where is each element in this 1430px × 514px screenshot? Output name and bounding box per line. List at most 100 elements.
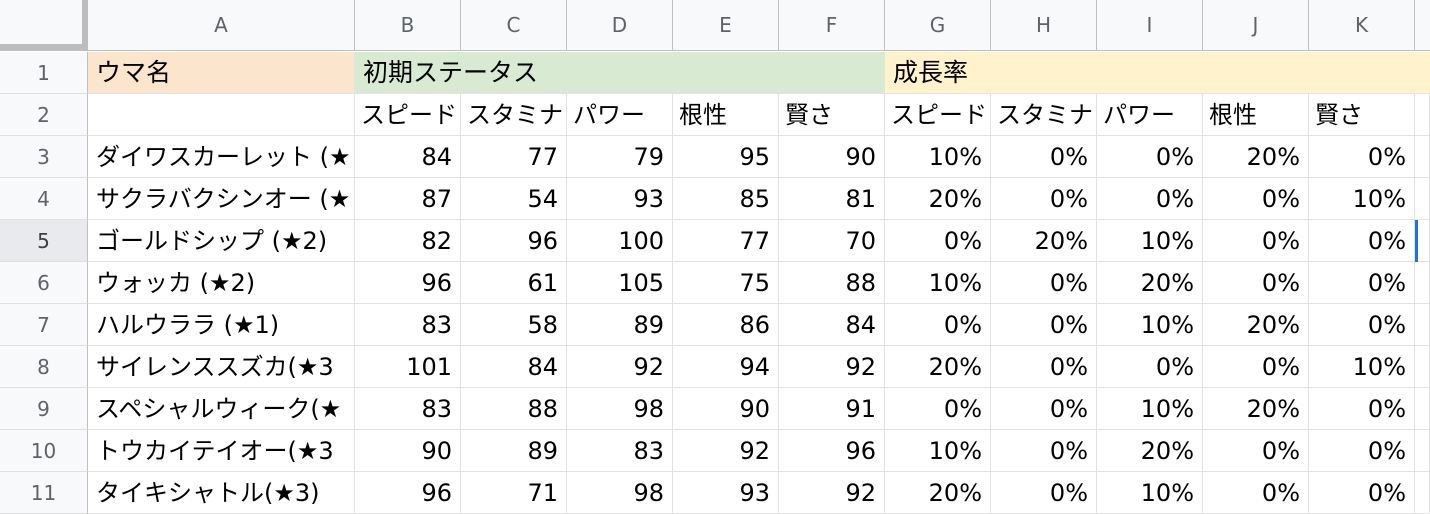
uma-name-cell[interactable]: トウカイテイオー(★3 (88, 430, 355, 472)
uma-name-cell[interactable]: ハルウララ (★1) (88, 304, 355, 346)
column-header-d[interactable]: D (567, 0, 673, 50)
row-header-8[interactable]: 8 (0, 346, 88, 388)
data-cell[interactable]: 71 (461, 472, 567, 514)
data-cell[interactable]: 81 (779, 178, 885, 220)
uma-name-cell[interactable]: タイキシャトル(★3) (88, 472, 355, 514)
row-header-3[interactable]: 3 (0, 136, 88, 178)
subheader-cell-h[interactable]: スタミナ (991, 94, 1097, 136)
select-all-corner[interactable] (0, 0, 88, 50)
data-cell[interactable]: 0% (991, 430, 1097, 472)
row-header-4[interactable]: 4 (0, 178, 88, 220)
data-cell[interactable]: 0% (991, 262, 1097, 304)
data-cell[interactable]: 0% (991, 472, 1097, 514)
data-cell[interactable]: 77 (673, 220, 779, 262)
data-cell[interactable]: 20% (1203, 388, 1309, 430)
subheader-cell-k[interactable]: 賢さ (1309, 94, 1415, 136)
data-cell[interactable]: 92 (567, 346, 673, 388)
column-header-j[interactable]: J (1203, 0, 1309, 50)
data-cell[interactable]: 10% (885, 430, 991, 472)
data-cell[interactable]: 87 (355, 178, 461, 220)
data-cell[interactable]: 95 (673, 136, 779, 178)
data-cell[interactable]: 85 (673, 178, 779, 220)
data-cell[interactable]: 98 (567, 388, 673, 430)
data-cell[interactable]: 0% (991, 136, 1097, 178)
data-cell[interactable]: 0% (885, 304, 991, 346)
data-cell[interactable]: 0% (1309, 220, 1415, 262)
data-cell[interactable]: 0% (1203, 430, 1309, 472)
data-cell[interactable]: 0% (1203, 262, 1309, 304)
data-cell[interactable]: 20% (1203, 304, 1309, 346)
data-cell[interactable]: 93 (567, 178, 673, 220)
row-header-9[interactable]: 9 (0, 388, 88, 430)
data-cell[interactable]: 93 (673, 472, 779, 514)
data-cell[interactable]: 94 (673, 346, 779, 388)
data-cell[interactable]: 96 (779, 430, 885, 472)
data-cell[interactable]: 0% (991, 346, 1097, 388)
subheader-cell-g[interactable]: スピード (885, 94, 991, 136)
data-cell[interactable]: 75 (673, 262, 779, 304)
data-cell[interactable]: 88 (779, 262, 885, 304)
data-cell[interactable]: 61 (461, 262, 567, 304)
data-cell[interactable]: 0% (1203, 220, 1309, 262)
data-cell[interactable]: 92 (673, 430, 779, 472)
data-cell[interactable]: 10% (1097, 388, 1203, 430)
data-cell[interactable]: 0% (1203, 178, 1309, 220)
row-header-10[interactable]: 10 (0, 430, 88, 472)
data-cell[interactable]: 96 (355, 472, 461, 514)
data-cell[interactable]: 0% (1203, 472, 1309, 514)
data-cell[interactable]: 92 (779, 472, 885, 514)
uma-name-cell[interactable]: ダイワスカーレット (★ (88, 136, 355, 178)
data-cell[interactable]: 88 (461, 388, 567, 430)
data-cell[interactable]: 20% (1097, 262, 1203, 304)
data-cell[interactable]: 0% (1097, 136, 1203, 178)
data-cell[interactable]: 20% (885, 472, 991, 514)
data-cell[interactable]: 10% (1097, 472, 1203, 514)
data-cell[interactable]: 0% (1309, 262, 1415, 304)
data-cell[interactable]: 101 (355, 346, 461, 388)
data-cell[interactable]: 90 (355, 430, 461, 472)
uma-name-cell[interactable]: ウォッカ (★2) (88, 262, 355, 304)
data-cell[interactable]: 20% (1203, 136, 1309, 178)
subheader-cell-a[interactable] (88, 94, 355, 136)
data-cell[interactable]: 70 (779, 220, 885, 262)
column-header-c[interactable]: C (461, 0, 567, 50)
data-cell[interactable]: 98 (567, 472, 673, 514)
data-cell[interactable]: 77 (461, 136, 567, 178)
data-cell[interactable]: 100 (567, 220, 673, 262)
row-header-6[interactable]: 6 (0, 262, 88, 304)
header-initial-status[interactable]: 初期ステータス (355, 52, 885, 94)
subheader-cell-c[interactable]: スタミナ (461, 94, 567, 136)
subheader-cell-e[interactable]: 根性 (673, 94, 779, 136)
data-cell[interactable]: 83 (355, 388, 461, 430)
data-cell[interactable]: 20% (1097, 430, 1203, 472)
data-cell[interactable]: 0% (1309, 430, 1415, 472)
data-cell[interactable]: 10% (1097, 304, 1203, 346)
data-cell[interactable]: 0% (1097, 178, 1203, 220)
data-cell[interactable]: 10% (885, 262, 991, 304)
data-cell[interactable]: 83 (355, 304, 461, 346)
column-header-h[interactable]: H (991, 0, 1097, 50)
column-header-g[interactable]: G (885, 0, 991, 50)
subheader-cell-d[interactable]: パワー (567, 94, 673, 136)
data-cell[interactable]: 96 (355, 262, 461, 304)
column-header-f[interactable]: F (779, 0, 885, 50)
data-cell[interactable]: 10% (1097, 220, 1203, 262)
data-cell[interactable]: 82 (355, 220, 461, 262)
column-header-b[interactable]: B (355, 0, 461, 50)
data-cell[interactable]: 0% (885, 388, 991, 430)
uma-name-cell[interactable]: サクラバクシンオー (★ (88, 178, 355, 220)
data-cell[interactable]: 83 (567, 430, 673, 472)
data-cell[interactable]: 0% (885, 220, 991, 262)
data-cell[interactable]: 89 (461, 430, 567, 472)
subheader-cell-j[interactable]: 根性 (1203, 94, 1309, 136)
data-cell[interactable]: 91 (779, 388, 885, 430)
data-cell[interactable]: 86 (673, 304, 779, 346)
uma-name-cell[interactable]: サイレンススズカ(★3 (88, 346, 355, 388)
data-cell[interactable]: 84 (461, 346, 567, 388)
subheader-cell-f[interactable]: 賢さ (779, 94, 885, 136)
data-cell[interactable]: 10% (885, 136, 991, 178)
data-cell[interactable]: 96 (461, 220, 567, 262)
row-header-11[interactable]: 11 (0, 472, 88, 514)
data-cell[interactable]: 20% (885, 346, 991, 388)
data-cell[interactable]: 0% (991, 178, 1097, 220)
